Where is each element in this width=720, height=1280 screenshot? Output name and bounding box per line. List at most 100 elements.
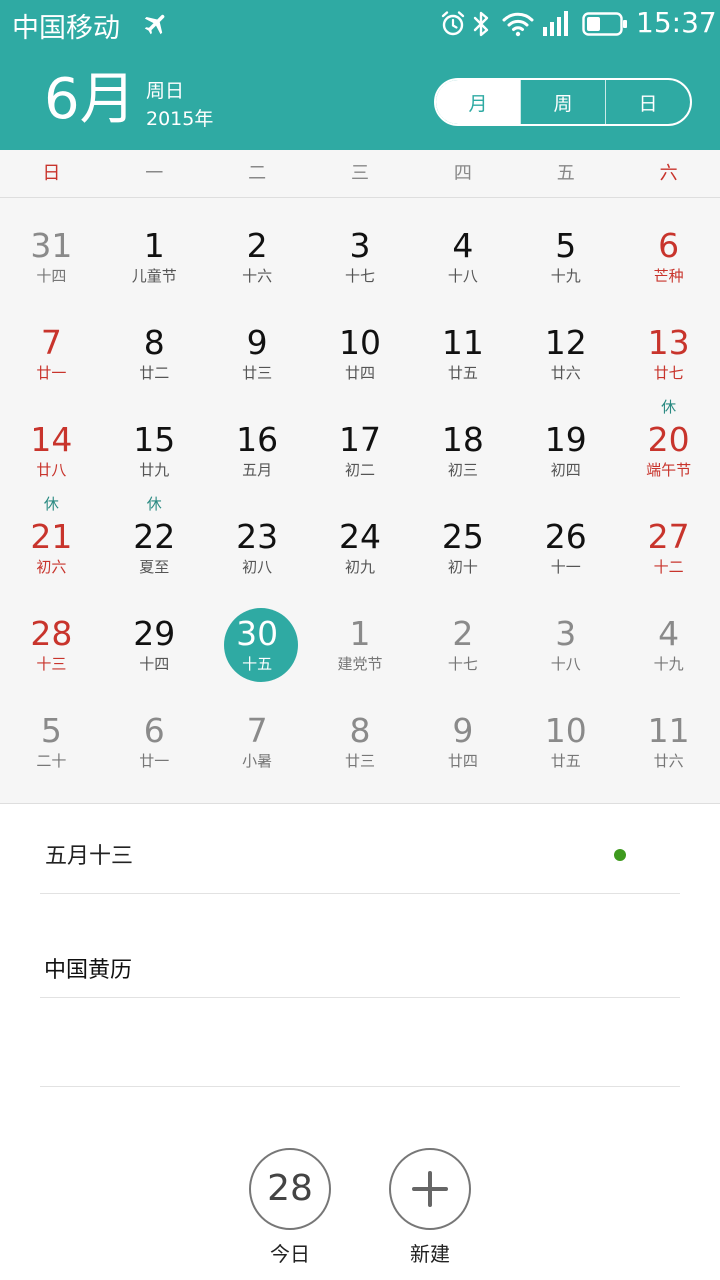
- day-number: 29: [133, 614, 176, 653]
- day-cell[interactable]: 28 十三: [0, 586, 103, 683]
- calendar-week-row: 31 十四 1 儿童节 2 十六 3 十七 4 十八 5 十九 6 芒种: [0, 198, 720, 295]
- day-cell[interactable]: 13 廿七: [617, 295, 720, 392]
- weekday-label-sun: 日: [42, 163, 61, 184]
- signal-icon: [543, 11, 568, 36]
- bluetooth-icon: [473, 11, 489, 37]
- tab-month-view[interactable]: 月: [436, 80, 520, 124]
- day-lunar-label: 初六: [36, 558, 67, 576]
- calendar-week-row: 28 十三 29 十四 30 十五 1 建党节 2 十七 3 十八 4 十九: [0, 586, 720, 683]
- day-cell[interactable]: 5 二十: [0, 683, 103, 780]
- day-number: 19: [544, 420, 587, 459]
- almanac-label: 中国黄历: [44, 958, 133, 983]
- lunar-date-row[interactable]: 五月十三: [40, 804, 680, 894]
- day-number: 7: [246, 711, 268, 750]
- day-lunar-label: 十五: [242, 655, 273, 673]
- day-cell[interactable]: 14 廿八: [0, 392, 103, 489]
- day-lunar-label: 十七: [345, 267, 376, 285]
- day-cell[interactable]: 11 廿六: [617, 683, 720, 780]
- new-event-button[interactable]: [389, 1148, 471, 1230]
- current-weekday: 周日: [146, 80, 185, 102]
- day-cell[interactable]: 17 初二: [309, 392, 412, 489]
- holiday-rest-mark: 休: [43, 495, 59, 513]
- day-cell[interactable]: 1 建党节: [309, 586, 412, 683]
- calendar-week-row: 7 廿一 8 廿二 9 廿三 10 廿四 11 廿五 12 廿六 13 廿七: [0, 295, 720, 392]
- day-number: 23: [236, 517, 279, 556]
- day-number: 3: [555, 614, 577, 653]
- weekday-label-wed: 三: [351, 163, 369, 184]
- day-number: 10: [544, 711, 587, 750]
- day-number: 8: [143, 323, 165, 362]
- day-cell[interactable]: 10 廿四: [309, 295, 412, 392]
- day-cell[interactable]: 7 廿一: [0, 295, 103, 392]
- day-cell[interactable]: 31 十四: [0, 198, 103, 295]
- holiday-rest-mark: 休: [661, 398, 677, 416]
- day-number: 20: [647, 420, 690, 459]
- day-cell[interactable]: 27 十二: [617, 489, 720, 586]
- day-lunar-label: 廿四: [447, 752, 478, 770]
- day-lunar-label: 二十: [36, 752, 67, 770]
- day-cell[interactable]: 29 十四: [103, 586, 206, 683]
- tab-week-view[interactable]: 周: [520, 80, 605, 124]
- day-lunar-label: 十九: [653, 655, 684, 673]
- day-cell[interactable]: 3 十七: [309, 198, 412, 295]
- day-number: 18: [441, 420, 484, 459]
- day-cell[interactable]: 18 初三: [411, 392, 514, 489]
- day-cell[interactable]: 休 20 端午节: [617, 392, 720, 489]
- today-button[interactable]: 28: [249, 1148, 331, 1230]
- day-lunar-label: 十八: [447, 267, 478, 285]
- day-lunar-label: 廿一: [139, 752, 170, 770]
- lunar-date-label: 五月十三: [45, 844, 134, 869]
- airplane-icon: [144, 14, 165, 35]
- calendar-week-row: 14 廿八 15 廿九 16 五月 17 初二 18 初三 19 初四 休 20 端午节: [0, 392, 720, 489]
- current-year: 2015年: [146, 108, 214, 130]
- day-cell[interactable]: 4 十八: [411, 198, 514, 295]
- day-cell[interactable]: 4 十九: [617, 586, 720, 683]
- day-cell[interactable]: 9 廿三: [206, 295, 309, 392]
- day-lunar-label: 端午节: [646, 461, 692, 479]
- day-number: 1: [349, 614, 371, 653]
- day-cell[interactable]: 休 21 初六: [0, 489, 103, 586]
- day-number: 1: [143, 226, 165, 265]
- almanac-row[interactable]: 中国黄历: [40, 894, 680, 998]
- day-cell[interactable]: 6 廿一: [103, 683, 206, 780]
- day-cell[interactable]: 12 廿六: [514, 295, 617, 392]
- day-cell[interactable]: 16 五月: [206, 392, 309, 489]
- day-cell[interactable]: 8 廿二: [103, 295, 206, 392]
- day-cell[interactable]: 10 廿五: [514, 683, 617, 780]
- day-lunar-label: 廿五: [550, 752, 581, 770]
- event-indicator-dot: [614, 849, 626, 861]
- day-lunar-label: 芒种: [653, 267, 684, 285]
- day-cell[interactable]: 30 十五: [206, 586, 309, 683]
- day-number: 28: [30, 614, 73, 653]
- day-number: 21: [30, 517, 73, 556]
- day-cell[interactable]: 25 初十: [411, 489, 514, 586]
- today-date-number: 28: [267, 1168, 313, 1209]
- day-cell[interactable]: 2 十七: [411, 586, 514, 683]
- day-cell[interactable]: 15 廿九: [103, 392, 206, 489]
- day-cell[interactable]: 26 十一: [514, 489, 617, 586]
- day-cell[interactable]: 5 十九: [514, 198, 617, 295]
- plus-icon: [412, 1171, 448, 1207]
- day-number: 2: [246, 226, 268, 265]
- day-cell[interactable]: 7 小暑: [206, 683, 309, 780]
- day-cell[interactable]: 23 初八: [206, 489, 309, 586]
- day-number: 27: [647, 517, 690, 556]
- weekday-label-tue: 二: [248, 163, 267, 184]
- day-cell[interactable]: 1 儿童节: [103, 198, 206, 295]
- day-cell[interactable]: 2 十六: [206, 198, 309, 295]
- day-number: 26: [544, 517, 587, 556]
- day-cell[interactable]: 3 十八: [514, 586, 617, 683]
- tab-day-view[interactable]: 日: [605, 80, 690, 124]
- day-cell[interactable]: 8 廿三: [309, 683, 412, 780]
- day-cell[interactable]: 19 初四: [514, 392, 617, 489]
- day-lunar-label: 廿六: [653, 752, 684, 770]
- day-cell[interactable]: 11 廿五: [411, 295, 514, 392]
- day-lunar-label: 儿童节: [131, 267, 177, 285]
- day-cell[interactable]: 24 初九: [309, 489, 412, 586]
- day-number: 9: [246, 323, 268, 362]
- day-lunar-label: 廿六: [550, 364, 581, 382]
- day-cell[interactable]: 休 22 夏至: [103, 489, 206, 586]
- day-cell[interactable]: 6 芒种: [617, 198, 720, 295]
- day-cell[interactable]: 9 廿四: [411, 683, 514, 780]
- day-lunar-label: 初三: [447, 461, 478, 479]
